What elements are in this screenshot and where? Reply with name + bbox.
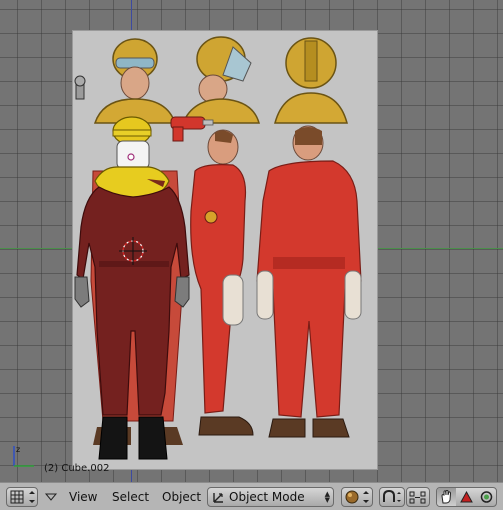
- model-boots: [98, 416, 168, 460]
- mode-select-value: Object Mode: [229, 490, 305, 504]
- draw-type-button[interactable]: [341, 487, 373, 507]
- hand-icon: [441, 490, 452, 504]
- 3d-viewport[interactable]: z (2) Cube.002: [0, 0, 503, 482]
- active-object-label: (2) Cube.002: [44, 463, 110, 474]
- mode-select[interactable]: Object Mode ▲ ▼: [207, 487, 334, 507]
- blender-window: z (2) Cube.002 View Select Object Object…: [0, 0, 503, 510]
- reference-image-sheet: [73, 31, 377, 469]
- object-mode-icon: [213, 493, 223, 503]
- model-body: [76, 186, 190, 416]
- view-snap-icon: [409, 491, 426, 504]
- manipulator-rotate-toggle[interactable]: [457, 488, 476, 506]
- view-snap-button[interactable]: [406, 487, 430, 507]
- grid-icon: [10, 490, 35, 504]
- model-helmet: [112, 116, 152, 170]
- svg-text:z: z: [16, 445, 20, 454]
- select-menu[interactable]: Select: [112, 489, 149, 505]
- character-model[interactable]: [73, 31, 377, 469]
- triangle-icon: [460, 490, 473, 503]
- view-menu[interactable]: View: [69, 489, 97, 505]
- select-arrows-icon: ▲ ▼: [324, 490, 330, 504]
- editor-type-button[interactable]: [6, 487, 38, 507]
- triangle-down-icon[interactable]: [44, 492, 58, 502]
- axis-orientation-gizmo: z: [13, 445, 34, 467]
- pivot-icon: [383, 489, 401, 502]
- 3d-view-header: View Select Object Object Mode ▲ ▼: [0, 482, 503, 510]
- manipulator-scale-toggle[interactable]: [477, 488, 496, 506]
- manipulator-group: [436, 487, 497, 507]
- shaded-sphere-icon: [345, 490, 369, 504]
- object-menu[interactable]: Object: [162, 489, 201, 505]
- circle-icon: [480, 491, 493, 503]
- pivot-button[interactable]: [379, 487, 405, 507]
- manipulator-translate-toggle[interactable]: [437, 488, 456, 506]
